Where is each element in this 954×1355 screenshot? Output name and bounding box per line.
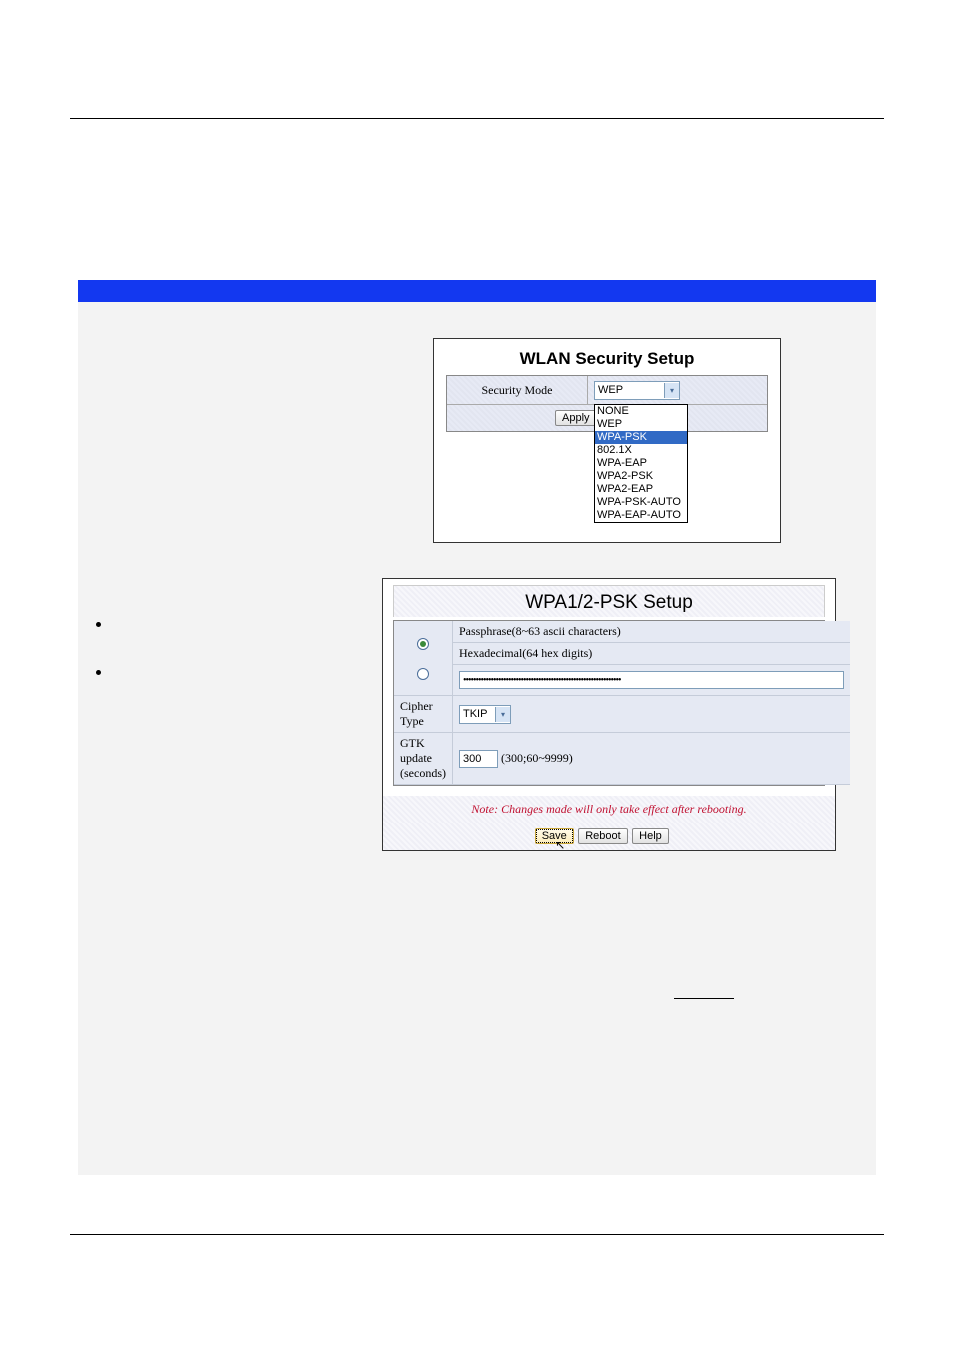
cipher-type-value: TKIP bbox=[463, 708, 493, 720]
passphrase-label: Passphrase(8~63 ascii characters) bbox=[452, 621, 850, 643]
wpa-psk-setup-panel: WPA1/2-PSK Setup Passphrase(8~63 ascii c… bbox=[382, 578, 836, 851]
security-mode-dropdown[interactable]: WEP ▾ bbox=[594, 381, 680, 400]
wlan-security-title: WLAN Security Setup bbox=[434, 339, 780, 375]
gtk-update-label: GTK update (seconds) bbox=[394, 733, 452, 785]
apply-button[interactable]: Apply bbox=[555, 410, 597, 426]
chevron-down-icon: ▾ bbox=[495, 707, 510, 722]
gtk-range-hint: (300;60~9999) bbox=[501, 751, 573, 765]
key-input[interactable]: ••••••••••••••••••••••••••••••••••••••••… bbox=[459, 671, 844, 689]
chevron-down-icon: ▾ bbox=[664, 383, 679, 398]
footer-divider bbox=[70, 1234, 884, 1235]
button-row: Save Reboot Help ↖ bbox=[383, 823, 835, 850]
save-button[interactable]: Save bbox=[535, 828, 574, 844]
help-button[interactable]: Help bbox=[632, 828, 669, 844]
wpa-psk-setup-title: WPA1/2-PSK Setup bbox=[393, 585, 825, 617]
option-wpa-psk-auto[interactable]: WPA-PSK-AUTO bbox=[595, 496, 687, 509]
wlan-security-form: Security Mode WEP ▾ Apply NONE WEP WPA-P… bbox=[446, 375, 768, 432]
option-wpa2-psk[interactable]: WPA2-PSK bbox=[595, 470, 687, 483]
wpa-psk-form: Passphrase(8~63 ascii characters) Hexade… bbox=[393, 620, 825, 786]
gtk-update-input[interactable]: 300 bbox=[459, 750, 498, 768]
cipher-type-label: Cipher Type bbox=[394, 696, 452, 733]
option-wpa2-eap[interactable]: WPA2-EAP bbox=[595, 483, 687, 496]
top-title-bar bbox=[78, 280, 876, 302]
hexadecimal-label: Hexadecimal(64 hex digits) bbox=[452, 643, 850, 665]
underline bbox=[674, 998, 734, 999]
security-mode-options[interactable]: NONE WEP WPA-PSK 802.1X WPA-EAP WPA2-PSK… bbox=[594, 404, 688, 523]
option-8021x[interactable]: 802.1X bbox=[595, 444, 687, 457]
cipher-type-dropdown[interactable]: TKIP ▾ bbox=[459, 705, 511, 724]
hexadecimal-radio[interactable] bbox=[417, 668, 429, 680]
option-wpa-psk[interactable]: WPA-PSK bbox=[595, 431, 687, 444]
bullet-icon bbox=[96, 670, 101, 675]
reboot-note: Note: Changes made will only take effect… bbox=[383, 796, 835, 823]
security-mode-value: WEP bbox=[598, 384, 662, 396]
option-wpa-eap-auto[interactable]: WPA-EAP-AUTO bbox=[595, 509, 687, 522]
option-none[interactable]: NONE bbox=[595, 405, 687, 418]
bullet-icon bbox=[96, 622, 101, 627]
passphrase-radio[interactable] bbox=[417, 638, 429, 650]
security-mode-label: Security Mode bbox=[447, 376, 588, 404]
option-wpa-eap[interactable]: WPA-EAP bbox=[595, 457, 687, 470]
option-wep[interactable]: WEP bbox=[595, 418, 687, 431]
reboot-button[interactable]: Reboot bbox=[578, 828, 627, 844]
wlan-security-panel: WLAN Security Setup Security Mode WEP ▾ … bbox=[433, 338, 781, 543]
header-divider bbox=[70, 118, 884, 119]
